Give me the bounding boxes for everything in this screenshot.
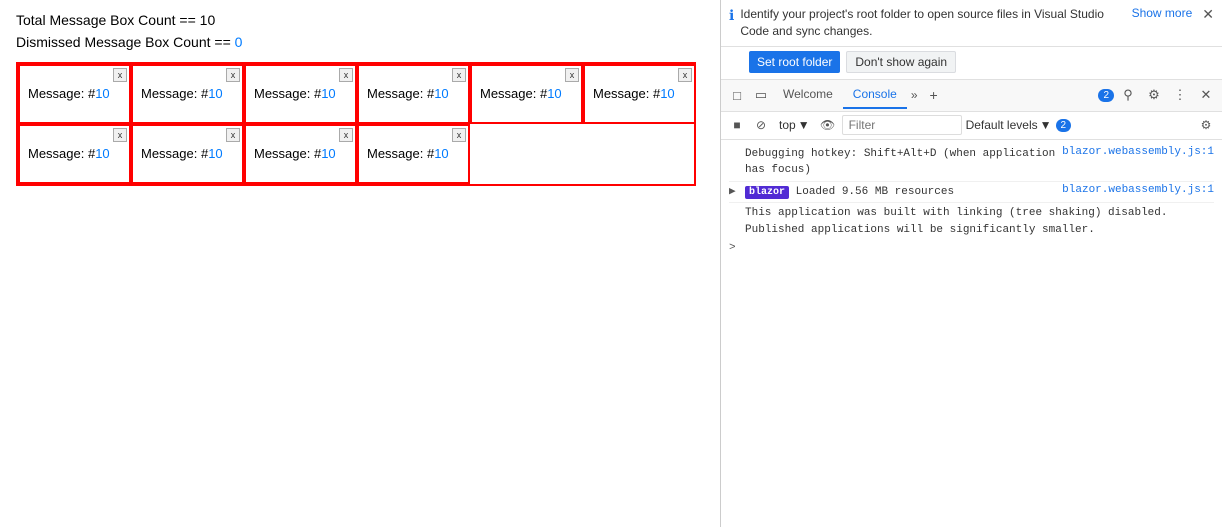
tab-welcome[interactable]: Welcome [773, 81, 843, 109]
log-source-link-2[interactable]: blazor.webassembly.js:1 [1062, 184, 1214, 196]
devtools-panel: ℹ Identify your project's root folder to… [720, 0, 1222, 527]
log-text-2: blazor Loaded 9.56 MB resources [745, 184, 1058, 201]
levels-badge: 2 [1056, 119, 1072, 132]
message-box-2-4: x Message: #10 [357, 124, 470, 184]
context-selector[interactable]: top ▼ [775, 116, 814, 134]
add-tab-icon[interactable]: + [922, 81, 946, 109]
inspect-icon[interactable]: □ [725, 83, 749, 107]
left-panel: Total Message Box Count == 10 Dismissed … [0, 0, 720, 527]
eye-icon[interactable]: 👁 [818, 115, 838, 135]
message-box-2-2: x Message: #10 [131, 124, 244, 184]
settings-icon[interactable]: ⚙ [1142, 83, 1166, 107]
close-notification-icon[interactable]: ✕ [1202, 6, 1214, 23]
total-count: Total Message Box Count == 10 [16, 12, 704, 28]
log-line-2: ▶ blazor Loaded 9.56 MB resources blazor… [729, 182, 1214, 204]
log-line-1: Debugging hotkey: Shift+Alt+D (when appl… [729, 144, 1214, 182]
message-box-1-4: x Message: #10 [357, 64, 470, 124]
message-box-1-6: x Message: #10 [583, 64, 696, 124]
message-box-1-1: x Message: #10 [18, 64, 131, 124]
close-button[interactable]: x [339, 68, 353, 82]
notification-banner: ℹ Identify your project's root folder to… [721, 0, 1222, 47]
close-button[interactable]: x [113, 68, 127, 82]
devtools-right-icons: 2 ⚲ ⚙ ⋮ ✕ [1094, 83, 1218, 107]
close-button[interactable]: x [226, 128, 240, 142]
notification-text: Identify your project's root folder to o… [740, 6, 1125, 40]
console-toolbar: ■ ⊘ top ▼ 👁 Default levels ▼ 2 ⚙ [721, 112, 1222, 140]
message-text: Message: #10 [367, 132, 460, 161]
message-box-2-3: x Message: #10 [244, 124, 357, 184]
device-icon[interactable]: ▭ [749, 83, 773, 107]
log-text-1: Debugging hotkey: Shift+Alt+D (when appl… [745, 146, 1058, 179]
message-row-1: x Message: #10 x Message: #10 x Message:… [18, 64, 694, 124]
close-devtools-icon[interactable]: ✕ [1194, 83, 1218, 107]
error-badge: 2 [1098, 89, 1114, 102]
dont-show-again-button[interactable]: Don't show again [846, 51, 956, 73]
message-text: Message: #10 [480, 72, 573, 101]
close-button[interactable]: x [113, 128, 127, 142]
message-text: Message: #10 [254, 132, 347, 161]
notification-buttons: Set root folder Don't show again [721, 47, 1222, 80]
close-button[interactable]: x [452, 128, 466, 142]
log-source-link-1[interactable]: blazor.webassembly.js:1 [1062, 146, 1214, 158]
message-text: Message: #10 [593, 72, 686, 101]
close-button[interactable]: x [678, 68, 692, 82]
show-more-link[interactable]: Show more [1132, 6, 1193, 20]
info-icon: ℹ [729, 7, 734, 24]
blazor-badge: blazor [745, 186, 789, 199]
message-text: Message: #10 [367, 72, 460, 101]
message-text: Message: #10 [28, 72, 121, 101]
log-prompt[interactable]: > [729, 240, 1214, 256]
message-box-1-5: x Message: #10 [470, 64, 583, 124]
more-tabs-icon[interactable]: » [907, 82, 922, 108]
console-filter-input[interactable] [842, 115, 962, 135]
message-box-1-2: x Message: #10 [131, 64, 244, 124]
message-text: Message: #10 [28, 132, 121, 161]
block-icon[interactable]: ⊘ [751, 115, 771, 135]
message-text: Message: #10 [254, 72, 347, 101]
close-button[interactable]: x [226, 68, 240, 82]
console-output: Debugging hotkey: Shift+Alt+D (when appl… [721, 140, 1222, 527]
devtools-tabs: □ ▭ Welcome Console » + 2 ⚲ ⚙ ⋮ ✕ [721, 80, 1222, 112]
console-settings-icon[interactable]: ⚙ [1196, 115, 1216, 135]
message-row-2: x Message: #10 x Message: #10 x Message:… [18, 124, 694, 184]
log-levels-dropdown[interactable]: Default levels ▼ [966, 118, 1052, 132]
message-box-1-3: x Message: #10 [244, 64, 357, 124]
message-box-2-1: x Message: #10 [18, 124, 131, 184]
more-options-icon[interactable]: ⋮ [1168, 83, 1192, 107]
log-expand-arrow-2[interactable]: ▶ [729, 184, 741, 198]
set-root-folder-button[interactable]: Set root folder [749, 51, 840, 73]
tab-console[interactable]: Console [843, 81, 907, 109]
close-button[interactable]: x [339, 128, 353, 142]
dismissed-count: Dismissed Message Box Count == 0 [16, 34, 704, 50]
network-icon[interactable]: ⚲ [1116, 83, 1140, 107]
message-grid: x Message: #10 x Message: #10 x Message:… [16, 62, 696, 186]
log-extra-text: This application was built with linking … [729, 203, 1214, 240]
message-text: Message: #10 [141, 72, 234, 101]
close-button[interactable]: x [565, 68, 579, 82]
close-button[interactable]: x [452, 68, 466, 82]
clear-console-icon[interactable]: ■ [727, 115, 747, 135]
message-text: Message: #10 [141, 132, 234, 161]
